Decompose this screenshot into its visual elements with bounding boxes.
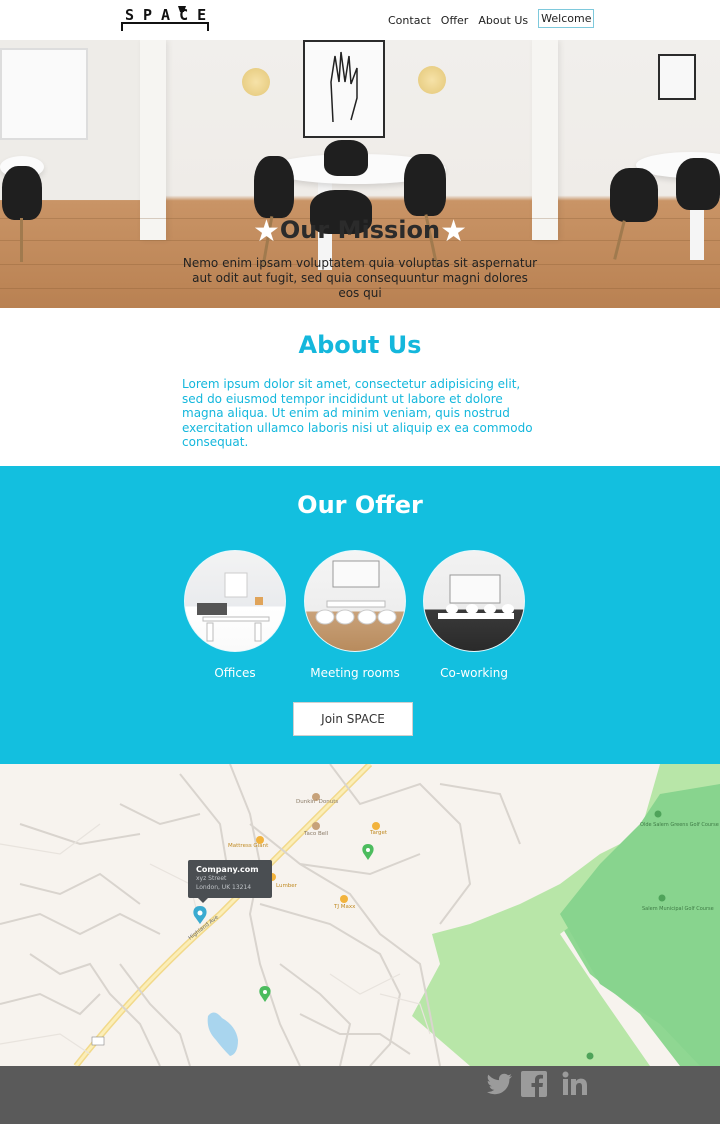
nav-link-welcome[interactable]: Welcome bbox=[538, 9, 595, 28]
offices-photo-icon bbox=[197, 572, 270, 642]
poi-dot bbox=[372, 822, 380, 830]
poi-label: Lumber bbox=[276, 883, 298, 889]
co-working-image bbox=[423, 550, 525, 652]
about-title: About Us bbox=[298, 331, 422, 359]
coworking-photo-icon bbox=[438, 574, 514, 619]
nav-link-offer[interactable]: Offer bbox=[441, 14, 469, 27]
popup-tail bbox=[198, 898, 208, 903]
desk-lamp-icon bbox=[178, 6, 186, 12]
chair bbox=[2, 166, 42, 220]
hero-text: Nemo enim ipsam voluptatem quia voluptas… bbox=[182, 256, 538, 300]
space-logo[interactable]: SPACE bbox=[121, 4, 209, 31]
poi-label: Taco Bell bbox=[303, 831, 329, 837]
popup-city: London, UK 13214 bbox=[196, 884, 252, 891]
poi-dot bbox=[654, 810, 662, 818]
chair bbox=[404, 154, 446, 216]
offer-card-meeting-rooms[interactable]: Meeting rooms bbox=[300, 550, 410, 680]
facebook-icon[interactable] bbox=[519, 1069, 549, 1099]
hand-drawing-icon bbox=[330, 51, 358, 123]
twitter-icon[interactable] bbox=[484, 1069, 514, 1099]
hand-art-frame bbox=[303, 40, 385, 138]
footer bbox=[0, 1066, 720, 1124]
poi-label: Target bbox=[369, 830, 388, 836]
logo-desk-bar bbox=[121, 22, 209, 24]
poi-label: Dunkin' Donuts bbox=[296, 799, 338, 805]
logo-desk-leg bbox=[121, 22, 123, 31]
offer-title: Our Offer bbox=[297, 491, 423, 519]
whiteboard-image bbox=[0, 48, 88, 140]
offer-card-offices[interactable]: Offices bbox=[180, 550, 290, 680]
hero-title: ★Our Mission★ bbox=[0, 214, 720, 249]
wall-pillar bbox=[532, 40, 558, 240]
popup-title: Company.com bbox=[196, 865, 259, 874]
poi-label: Olde Salem Greens Golf Course bbox=[640, 822, 719, 828]
chair bbox=[324, 140, 368, 176]
offices-image bbox=[184, 550, 286, 652]
wall-lamp bbox=[418, 66, 446, 94]
top-nav: SPACE Contact Offer About Us Welcome bbox=[0, 0, 720, 40]
map-canvas[interactable]: Dunkin' Donuts Taco Bell Target Mattress… bbox=[0, 764, 720, 1066]
popup-street: xyz Street bbox=[196, 875, 227, 882]
location-map[interactable]: Dunkin' Donuts Taco Bell Target Mattress… bbox=[0, 764, 720, 1066]
about-text: Lorem ipsum dolor sit amet, consectetur … bbox=[182, 377, 533, 449]
poi-dot bbox=[658, 894, 666, 902]
poi-label: Salem Municipal Golf Course bbox=[642, 906, 714, 912]
wall-art-frame bbox=[658, 54, 696, 100]
nav-link-contact[interactable]: Contact bbox=[388, 14, 431, 27]
meeting-photo-icon bbox=[315, 560, 397, 625]
hero-banner: ★Our Mission★ Nemo enim ipsam voluptatem… bbox=[0, 40, 720, 308]
offer-label-co-working: Co-working bbox=[440, 666, 508, 680]
linkedin-icon[interactable] bbox=[560, 1069, 590, 1099]
nav-link-about-us[interactable]: About Us bbox=[478, 14, 528, 27]
star-icon: ★ bbox=[440, 214, 467, 249]
poi-label: Mattress Giant bbox=[228, 843, 269, 849]
hero-title-text: Our Mission bbox=[279, 216, 441, 244]
poi-dot bbox=[586, 1052, 594, 1060]
meeting-rooms-image bbox=[304, 550, 406, 652]
offer-label-offices: Offices bbox=[214, 666, 256, 680]
poi-label: TJ Maxx bbox=[333, 904, 356, 910]
offer-card-co-working[interactable]: Co-working bbox=[419, 550, 529, 680]
logo-desk-leg bbox=[207, 22, 209, 31]
join-space-button[interactable]: Join SPACE bbox=[293, 702, 413, 736]
map-popup: Company.com xyz Street London, UK 13214 bbox=[188, 860, 272, 903]
route-shield bbox=[91, 1036, 105, 1046]
wall-lamp bbox=[242, 68, 270, 96]
nav-links: Contact Offer About Us Welcome bbox=[388, 9, 604, 28]
chair bbox=[676, 158, 720, 210]
chair bbox=[254, 156, 294, 218]
star-icon: ★ bbox=[253, 214, 280, 249]
offer-label-meeting-rooms: Meeting rooms bbox=[310, 666, 400, 680]
poi-dot bbox=[312, 822, 320, 830]
poi-dot bbox=[340, 895, 348, 903]
wall-pillar bbox=[140, 40, 166, 240]
offer-section: Our Offer Offices Meeting rooms Co-worki… bbox=[0, 466, 720, 764]
